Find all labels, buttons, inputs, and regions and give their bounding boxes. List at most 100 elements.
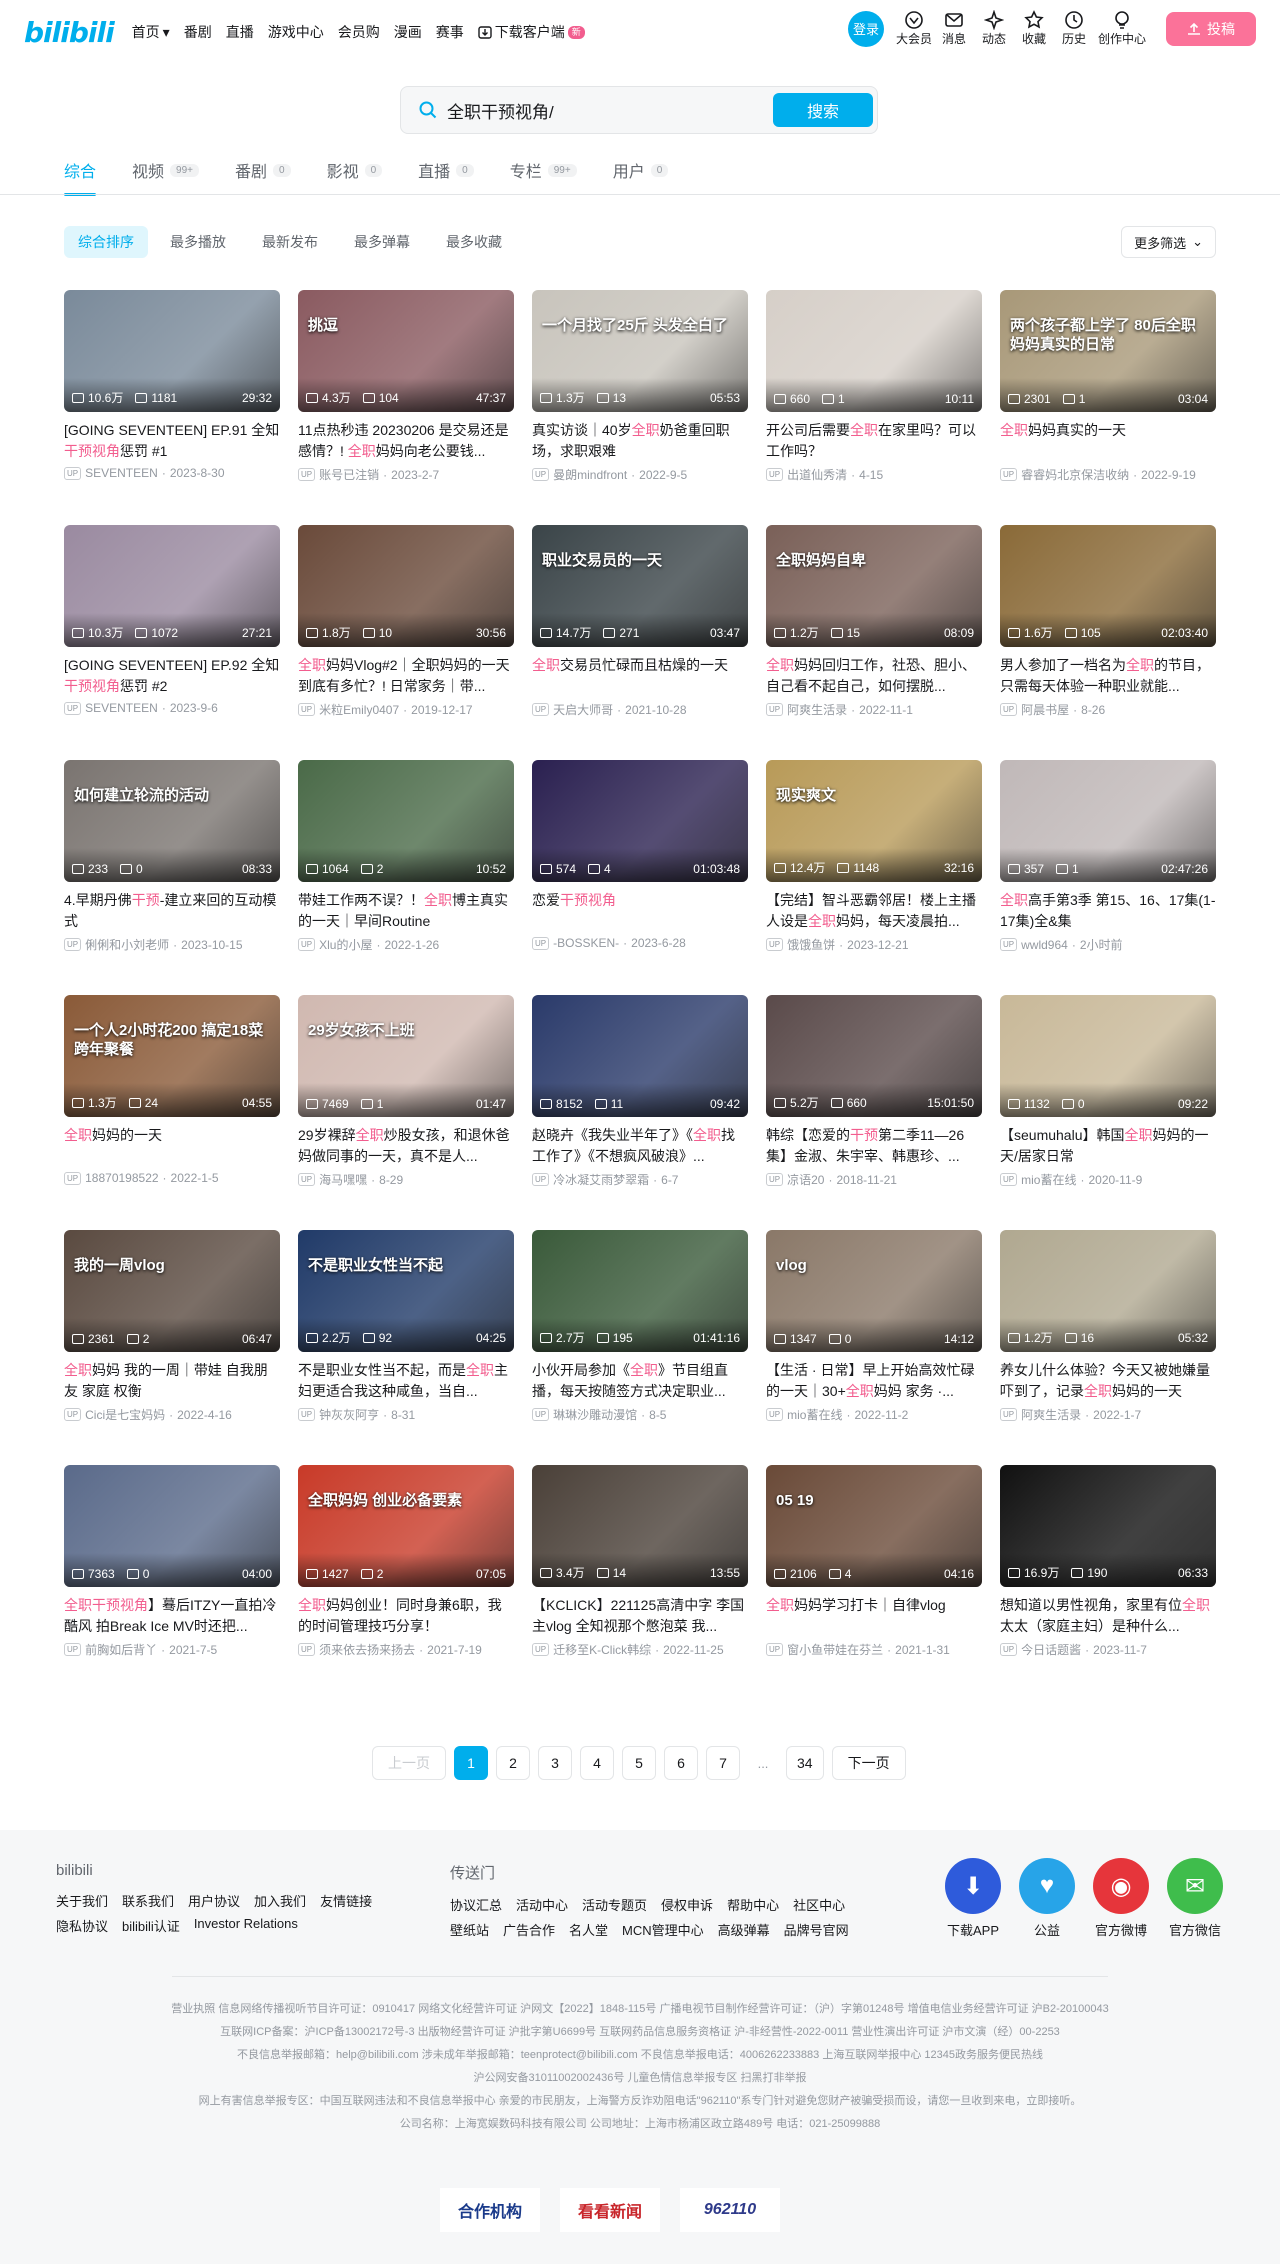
nav-game[interactable]: 游戏中心: [268, 22, 324, 42]
video-card[interactable]: 2.7万 195 01:41:16 小伙开局参加《全职》节目组直播，每天按随签方式决定…: [532, 1230, 748, 1434]
page-number-button[interactable]: 7: [706, 1746, 740, 1780]
sort-option[interactable]: 综合排序: [64, 226, 148, 258]
video-thumbnail[interactable]: 3.4万 14 13:55: [532, 1465, 748, 1587]
footer-link[interactable]: 协议汇总: [450, 1895, 502, 1914]
video-card[interactable]: 1.6万 105 02:03:40 男人参加了一档名为全职的节目，只需每天体验一种职业…: [1000, 525, 1216, 729]
page-number-button[interactable]: 6: [664, 1746, 698, 1780]
next-page-button[interactable]: 下一页: [831, 1746, 906, 1780]
video-author[interactable]: 18870198522: [85, 1171, 158, 1185]
video-author[interactable]: 出道仙秀清: [787, 466, 847, 483]
footer-app-weibo[interactable]: ◉ 官方微博: [1092, 1858, 1150, 1939]
video-author[interactable]: Cici是七宝妈妈: [85, 1406, 165, 1423]
search-button[interactable]: 搜索: [773, 93, 873, 127]
video-title[interactable]: 男人参加了一档名为全职的节目，只需每天体验一种职业就能...: [1000, 655, 1216, 697]
video-thumbnail[interactable]: 574 4 01:03:48: [532, 760, 748, 882]
video-title[interactable]: 【KCLICK】221125高清中字 李国主vlog 全知视那个憋泡菜 我...: [532, 1595, 748, 1637]
video-title[interactable]: 11点热秒违 20230206 是交易还是感情？! 全职妈妈向老公要钱...: [298, 420, 514, 462]
sort-option[interactable]: 最多弹幕: [340, 226, 424, 258]
video-thumbnail[interactable]: 我的一周vlog 2361 2 06:47: [64, 1230, 280, 1352]
page-number-button[interactable]: 3: [538, 1746, 572, 1780]
video-title[interactable]: 赵晓卉《我失业半年了》《全职找工作了》《不想疯风破浪》...: [532, 1125, 748, 1167]
video-author[interactable]: 今日话题酱: [1021, 1641, 1081, 1658]
video-thumbnail[interactable]: vlog 1347 0 14:12: [766, 1230, 982, 1352]
video-title[interactable]: 小伙开局参加《全职》节目组直播，每天按随签方式决定职业...: [532, 1360, 748, 1402]
video-thumbnail[interactable]: 职业交易员的一天 14.7万 271 03:47: [532, 525, 748, 647]
video-author[interactable]: 阿爽生活录: [1021, 1406, 1081, 1423]
video-thumbnail[interactable]: 05 19 2106 4 04:16: [766, 1465, 982, 1587]
video-thumbnail[interactable]: 挑逗 4.3万 104 47:37: [298, 290, 514, 412]
video-title[interactable]: [GOING SEVENTEEN] EP.91 全知干预视角惩罚 #1: [64, 420, 280, 462]
video-title[interactable]: 【生活 · 日常】早上开始高效忙碌的一天｜30+全职妈妈 家务 ·...: [766, 1360, 982, 1402]
video-card[interactable]: 3.4万 14 13:55 【KCLICK】221125高清中字 李国主vlog 全知…: [532, 1465, 748, 1669]
video-thumbnail[interactable]: 5.2万 660 15:01:50: [766, 995, 982, 1117]
footer-link[interactable]: 活动专题页: [582, 1895, 647, 1914]
sort-option[interactable]: 最多收藏: [432, 226, 516, 258]
video-card[interactable]: 不是职业女性当不起 2.2万 92 04:25 不是职业女性当不起，而是全职主妇更适合我…: [298, 1230, 514, 1434]
footer-app-wechat[interactable]: ✉ 官方微信: [1166, 1858, 1224, 1939]
video-thumbnail[interactable]: 两个孩子都上学了 80后全职妈妈真实的日常 2301 1 03:04: [1000, 290, 1216, 412]
video-author[interactable]: 窗小鱼带娃在芬兰: [787, 1641, 883, 1658]
video-card[interactable]: 7363 0 04:00 全职干预视角】蓦后ITZY一直拍冷酷风 拍Break Ice…: [64, 1465, 280, 1669]
video-card[interactable]: 全职妈妈 创业必备要素 1427 2 07:05 全职妈妈创业！同时身兼6职，我的时间管…: [298, 1465, 514, 1669]
video-thumbnail[interactable]: 2.7万 195 01:41:16: [532, 1230, 748, 1352]
video-author[interactable]: SEVENTEEN: [85, 466, 158, 480]
video-card[interactable]: 全职妈妈自卑 1.2万 15 08:09 全职妈妈回归工作，社恐、胆小、自己看不起自己，…: [766, 525, 982, 729]
video-author[interactable]: 米粒Emily0407: [319, 701, 399, 718]
footer-link[interactable]: 名人堂: [569, 1920, 608, 1939]
video-author[interactable]: 琳琳沙雕动漫馆: [553, 1406, 637, 1423]
header-vip[interactable]: 大会员: [896, 10, 932, 47]
header-dynamic[interactable]: 动态: [976, 10, 1012, 47]
nav-match[interactable]: 赛事: [436, 22, 464, 42]
video-author[interactable]: 账号已注销: [319, 466, 379, 483]
video-thumbnail[interactable]: 1.8万 10 30:56: [298, 525, 514, 647]
video-card[interactable]: 我的一周vlog 2361 2 06:47 全职妈妈 我的一周｜带娃 自我朋友 家庭 权…: [64, 1230, 280, 1434]
video-thumbnail[interactable]: 29岁女孩不上班 7469 1 01:47: [298, 995, 514, 1117]
footer-link[interactable]: 高级弹幕: [718, 1920, 770, 1939]
video-author[interactable]: mio蓄在线: [1021, 1171, 1076, 1188]
video-title[interactable]: 全职妈妈学习打卡｜自律vlog: [766, 1595, 982, 1637]
footer-link[interactable]: 用户协议: [188, 1891, 240, 1910]
footer-app-charity[interactable]: ♥ 公益: [1018, 1858, 1076, 1939]
sort-option[interactable]: 最多播放: [156, 226, 240, 258]
video-card[interactable]: 29岁女孩不上班 7469 1 01:47 29岁裸辞全职炒股女孩，和退休爸妈做同事的一…: [298, 995, 514, 1199]
video-title[interactable]: 想知道以男性视角，家里有位全职太太（家庭主妇）是种什么...: [1000, 1595, 1216, 1637]
footer-link[interactable]: 活动中心: [516, 1895, 568, 1914]
video-author[interactable]: 天启大师哥: [553, 701, 613, 718]
nav-live[interactable]: 直播: [226, 22, 254, 42]
page-number-button[interactable]: 1: [454, 1746, 488, 1780]
video-thumbnail[interactable]: 357 1 02:47:26: [1000, 760, 1216, 882]
video-author[interactable]: 曼朗mindfront: [553, 466, 627, 483]
video-author[interactable]: 阿晨书屋: [1021, 701, 1069, 718]
footer-link[interactable]: 隐私协议: [56, 1916, 108, 1935]
tab-0[interactable]: 综合: [64, 152, 97, 196]
footer-link[interactable]: 友情链接: [320, 1891, 372, 1910]
video-author[interactable]: 须来依去扬来扬去: [319, 1641, 415, 1658]
video-card[interactable]: 1.8万 10 30:56 全职妈妈Vlog#2｜全职妈妈的一天到底有多忙？! 日常家…: [298, 525, 514, 729]
video-card[interactable]: 1.2万 16 05:32 养女儿什么体验？今天又被她嫌量吓到了，记录全职妈妈的一天 U…: [1000, 1230, 1216, 1434]
video-title[interactable]: 开公司后需要全职在家里吗？可以工作吗？: [766, 420, 982, 462]
video-thumbnail[interactable]: 1.2万 16 05:32: [1000, 1230, 1216, 1352]
tab-1[interactable]: 视频 99+: [132, 152, 199, 188]
video-title[interactable]: 【seumuhalu】韩国全职妈妈的一天/居家日常: [1000, 1125, 1216, 1167]
video-author[interactable]: 钟灰灰阿亨: [319, 1406, 379, 1423]
video-author[interactable]: SEVENTEEN: [85, 701, 158, 715]
video-card[interactable]: vlog 1347 0 14:12 【生活 · 日常】早上开始高效忙碌的一天｜30+全职…: [766, 1230, 982, 1434]
footer-link[interactable]: MCN管理中心: [622, 1920, 704, 1939]
video-author[interactable]: wwld964: [1021, 938, 1068, 952]
video-card[interactable]: 574 4 01:03:48 恋爱干预视角 UP -BOSSKEN- · 2023-6-28: [532, 760, 748, 964]
page-number-button[interactable]: 2: [496, 1746, 530, 1780]
video-card[interactable]: 10.3万 1072 27:21 [GOING SEVENTEEN] EP.92 全知…: [64, 525, 280, 729]
video-thumbnail[interactable]: 一个人2小时花200 搞定18菜跨年聚餐 1.3万 24 04:55: [64, 995, 280, 1117]
nav-mall[interactable]: 会员购: [338, 22, 380, 42]
video-thumbnail[interactable]: 全职妈妈 创业必备要素 1427 2 07:05: [298, 1465, 514, 1587]
video-thumbnail[interactable]: 现实爽文 12.4万 1148 32:16: [766, 760, 982, 882]
video-title[interactable]: 全职妈妈的一天: [64, 1125, 280, 1167]
video-title[interactable]: 养女儿什么体验？今天又被她嫌量吓到了，记录全职妈妈的一天: [1000, 1360, 1216, 1402]
page-number-button[interactable]: 5: [622, 1746, 656, 1780]
video-card[interactable]: 1132 0 09:22 【seumuhalu】韩国全职妈妈的一天/居家日常 UP mio…: [1000, 995, 1216, 1199]
header-creator[interactable]: 创作中心: [1096, 10, 1148, 47]
video-author[interactable]: 睿睿妈北京保洁收纳: [1021, 466, 1129, 483]
video-card[interactable]: 两个孩子都上学了 80后全职妈妈真实的日常 2301 1 03:04 全职妈妈真实的一天…: [1000, 290, 1216, 494]
video-card[interactable]: 一个人2小时花200 搞定18菜跨年聚餐 1.3万 24 04:55 全职妈妈的一天 UP…: [64, 995, 280, 1199]
tab-6[interactable]: 用户 0: [613, 152, 669, 188]
